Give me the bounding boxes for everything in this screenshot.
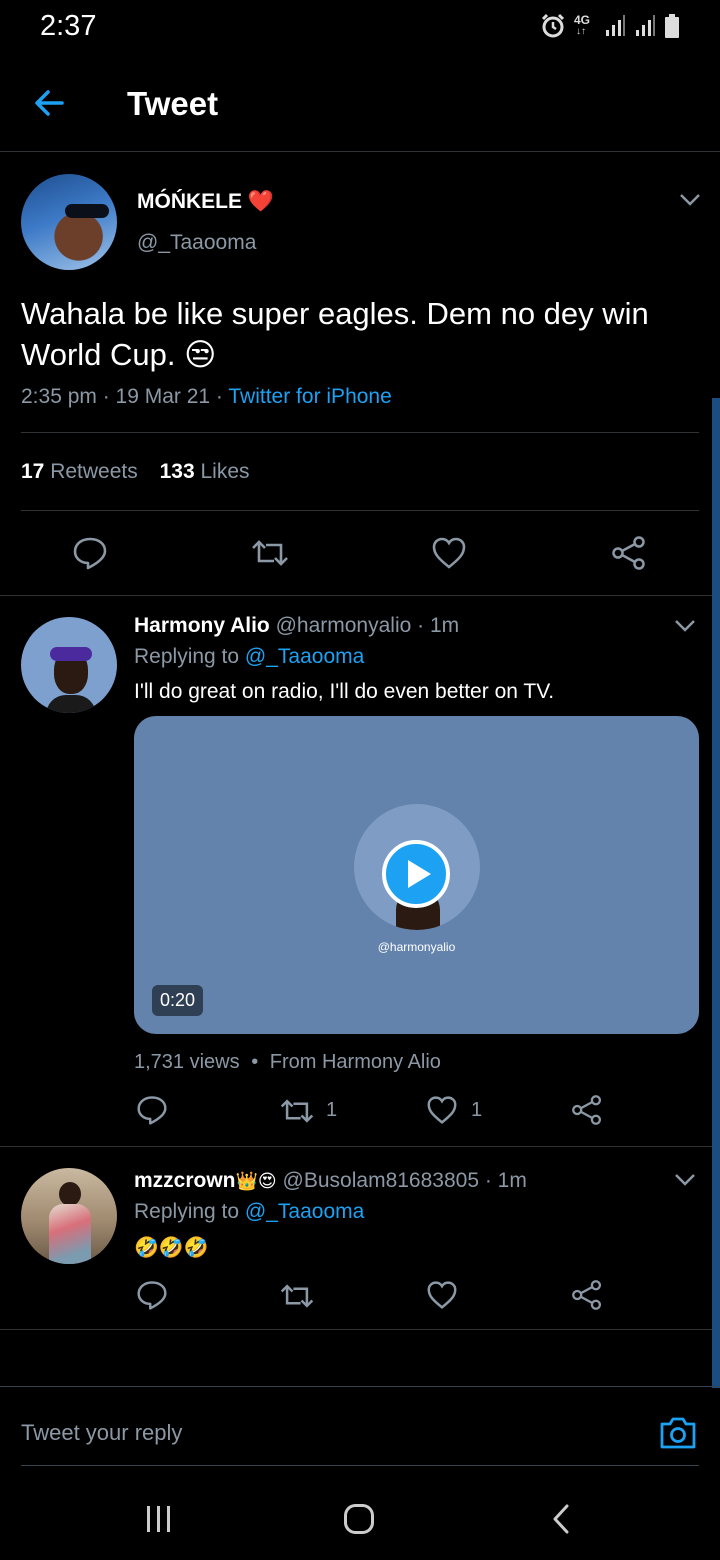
replying-to-handle[interactable]: @_Taaooma bbox=[245, 645, 364, 668]
network-4g-icon: 4G ↓↑ bbox=[574, 12, 596, 40]
header-divider bbox=[0, 151, 720, 152]
retweet-icon[interactable] bbox=[250, 537, 290, 569]
chevron-down-icon[interactable] bbox=[673, 1172, 697, 1188]
share-icon[interactable] bbox=[571, 1094, 603, 1126]
camera-icon[interactable] bbox=[659, 1414, 697, 1450]
home-icon[interactable] bbox=[343, 1503, 375, 1535]
share-icon[interactable] bbox=[571, 1279, 603, 1311]
back-arrow-icon[interactable] bbox=[32, 86, 66, 120]
network-label: 4G bbox=[574, 13, 591, 27]
video-watermark: @harmonyalio bbox=[377, 940, 456, 954]
unamused-emoji: 😒 bbox=[184, 337, 217, 372]
reply-text: I'll do great on radio, I'll do even bet… bbox=[134, 680, 555, 703]
replying-prefix: Replying to bbox=[134, 645, 245, 668]
page-title: Tweet bbox=[127, 85, 219, 122]
tweet-stats: 17 Retweets 133 Likes bbox=[21, 460, 250, 484]
reply-header: mzzcrown👑😍 @Busolam81683805 · 1m bbox=[134, 1169, 527, 1193]
reply-handle-time[interactable]: @harmonyalio · 1m bbox=[276, 614, 460, 637]
reply-icon[interactable] bbox=[72, 535, 108, 571]
like-count: 1 bbox=[471, 1099, 483, 1121]
replying-to-handle[interactable]: @_Taaooma bbox=[245, 1200, 364, 1223]
retweet-icon[interactable] bbox=[279, 1281, 315, 1311]
stats-divider bbox=[21, 510, 699, 511]
avatar[interactable] bbox=[21, 1168, 117, 1264]
like-icon[interactable] bbox=[426, 1280, 458, 1310]
meta-divider bbox=[21, 432, 699, 433]
main-tweet-divider bbox=[0, 595, 720, 596]
author-emojis: 👑😍 bbox=[235, 1171, 277, 1191]
reply-divider bbox=[0, 1329, 720, 1330]
data-arrows-icon: ↓↑ bbox=[576, 26, 586, 37]
battery-icon bbox=[665, 14, 679, 38]
tweet-text-line1: Wahala be like super eagles. Dem no dey … bbox=[21, 296, 649, 331]
replying-to: Replying to @_Taaooma bbox=[134, 645, 364, 669]
avatar-figure-head bbox=[59, 1182, 81, 1206]
avatar-headband bbox=[50, 647, 92, 661]
retweet-count: 1 bbox=[326, 1099, 338, 1121]
like-icon[interactable] bbox=[431, 536, 467, 570]
retweet-icon[interactable] bbox=[279, 1096, 315, 1126]
reply-icon[interactable] bbox=[136, 1279, 168, 1311]
reply-input[interactable]: Tweet your reply bbox=[21, 1420, 182, 1446]
likes-count: 133 bbox=[159, 460, 195, 483]
retweets-stat[interactable]: 17 Retweets bbox=[21, 460, 144, 483]
video-views: 1,731 views bbox=[134, 1051, 240, 1073]
reply-header: Harmony Alio @harmonyalio · 1m bbox=[134, 614, 459, 638]
reply-divider bbox=[0, 1146, 720, 1147]
video-meta: 1,731 views • From Harmony Alio bbox=[134, 1051, 441, 1074]
tweet-text-line2: World Cup. 😒 bbox=[21, 334, 701, 375]
reply-author[interactable]: mzzcrown👑😍 bbox=[134, 1169, 283, 1192]
recents-icon[interactable] bbox=[145, 1504, 173, 1534]
heart-emoji: ❤️ bbox=[247, 190, 274, 213]
tweet-meta: 2:35 pm · 19 Mar 21 · Twitter for iPhone bbox=[21, 385, 392, 409]
author-name-text: MÓŃKELE bbox=[137, 190, 242, 213]
tweet-timestamp: 2:35 pm · 19 Mar 21 · bbox=[21, 385, 229, 408]
avatar-figure-dress bbox=[49, 1204, 91, 1264]
tweet-text-line2-text: World Cup. bbox=[21, 337, 176, 372]
video-player[interactable]: @harmonyalio 0:20 bbox=[134, 716, 699, 1034]
author-name[interactable]: MÓŃKELE ❤️ bbox=[137, 190, 274, 214]
reply-bar-divider bbox=[0, 1386, 720, 1387]
scrollbar[interactable] bbox=[712, 398, 720, 1388]
signal-icon bbox=[606, 15, 625, 36]
like-icon[interactable] bbox=[426, 1095, 458, 1125]
avatar[interactable] bbox=[21, 617, 117, 713]
status-time: 2:37 bbox=[40, 10, 97, 42]
replying-prefix: Replying to bbox=[134, 1200, 245, 1223]
reply-text: 🤣🤣🤣 bbox=[134, 1237, 209, 1259]
reply-input-underline bbox=[21, 1465, 699, 1466]
avatar-sunglasses bbox=[65, 204, 109, 218]
dot-separator: • bbox=[251, 1051, 259, 1073]
likes-label: Likes bbox=[200, 460, 250, 483]
video-from[interactable]: From Harmony Alio bbox=[270, 1051, 441, 1073]
reply-icon[interactable] bbox=[136, 1094, 168, 1126]
avatar[interactable] bbox=[21, 174, 117, 270]
tweet-text: Wahala be like super eagles. Dem no dey … bbox=[21, 293, 701, 375]
signal-icon bbox=[636, 15, 655, 36]
retweets-count: 17 bbox=[21, 460, 45, 483]
retweets-label: Retweets bbox=[50, 460, 138, 483]
status-icons: 4G ↓↑ bbox=[540, 12, 680, 40]
avatar-shirt bbox=[46, 695, 96, 713]
chevron-down-icon[interactable] bbox=[673, 618, 697, 634]
tweet-source[interactable]: Twitter for iPhone bbox=[228, 385, 391, 408]
play-icon[interactable] bbox=[381, 839, 451, 909]
video-duration-badge: 0:20 bbox=[152, 985, 204, 1016]
back-icon[interactable] bbox=[549, 1503, 573, 1535]
reply-handle-time[interactable]: @Busolam81683805 · 1m bbox=[283, 1169, 527, 1192]
alarm-icon bbox=[541, 13, 565, 38]
share-icon[interactable] bbox=[611, 535, 647, 571]
reply-author-name[interactable]: Harmony Alio bbox=[134, 614, 270, 637]
replying-to: Replying to @_Taaooma bbox=[134, 1200, 364, 1224]
likes-stat[interactable]: 133 Likes bbox=[160, 460, 250, 483]
chevron-down-icon[interactable] bbox=[678, 192, 702, 208]
reply-author-name: mzzcrown bbox=[134, 1169, 236, 1192]
author-handle[interactable]: @_Taaooma bbox=[137, 231, 256, 255]
